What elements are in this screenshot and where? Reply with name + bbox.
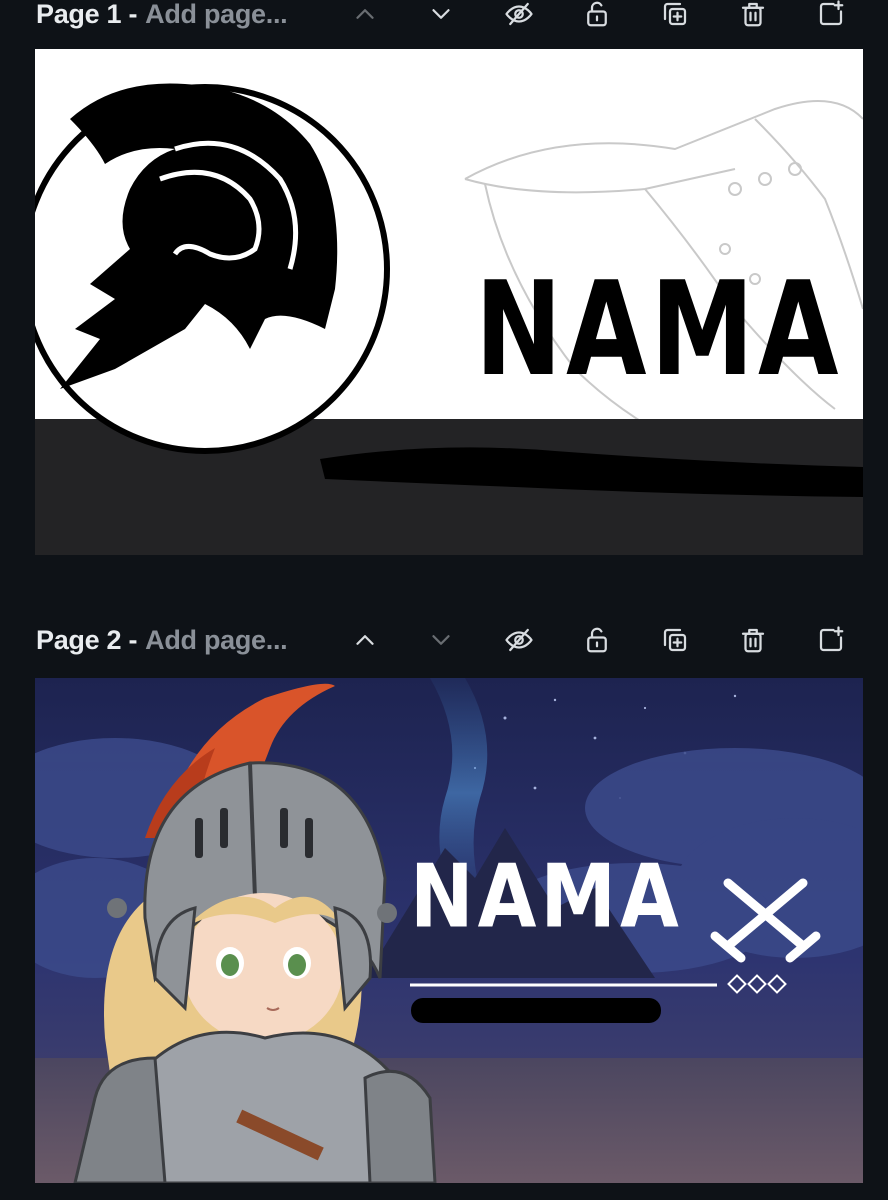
hide-page-icon[interactable] — [501, 0, 537, 32]
page-2-canvas[interactable]: NAMA — [35, 678, 863, 1183]
redaction-mark — [411, 998, 661, 1023]
lock-page-icon[interactable] — [579, 0, 615, 32]
add-page-icon[interactable] — [813, 622, 849, 658]
delete-page-icon[interactable] — [735, 622, 771, 658]
lock-page-icon[interactable] — [579, 622, 615, 658]
brand-text[interactable]: NAMA — [410, 852, 683, 940]
page-2-title: Page 2 - Add page... — [36, 618, 288, 662]
duplicate-page-icon[interactable] — [657, 622, 693, 658]
move-down-icon[interactable] — [423, 0, 459, 32]
move-up-icon[interactable] — [347, 0, 383, 32]
page-1-canvas[interactable]: NAMA — [35, 49, 863, 555]
page-1-header: Page 1 - Add page... — [0, 0, 888, 36]
move-up-icon[interactable] — [347, 622, 383, 658]
move-down-icon[interactable] — [423, 622, 459, 658]
add-page-icon[interactable] — [813, 0, 849, 32]
duplicate-page-icon[interactable] — [657, 0, 693, 32]
page-1-title: Page 1 - Add page... — [36, 0, 288, 36]
page-number-label: Page 1 - — [36, 0, 138, 29]
page-number-label: Page 2 - — [36, 624, 138, 655]
page-title-input[interactable]: Add page... — [145, 625, 288, 656]
delete-page-icon[interactable] — [735, 0, 771, 32]
hide-page-icon[interactable] — [501, 622, 537, 658]
page-title-input[interactable]: Add page... — [145, 0, 288, 30]
page-2-header: Page 2 - Add page... — [0, 618, 888, 662]
brand-text[interactable]: NAMA — [475, 264, 843, 394]
